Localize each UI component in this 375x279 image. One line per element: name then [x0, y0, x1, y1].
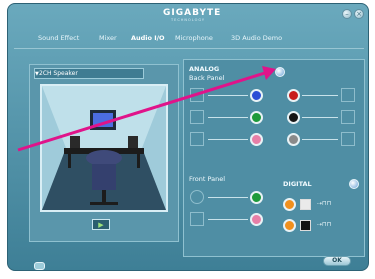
annotation-arrow [17, 66, 276, 152]
